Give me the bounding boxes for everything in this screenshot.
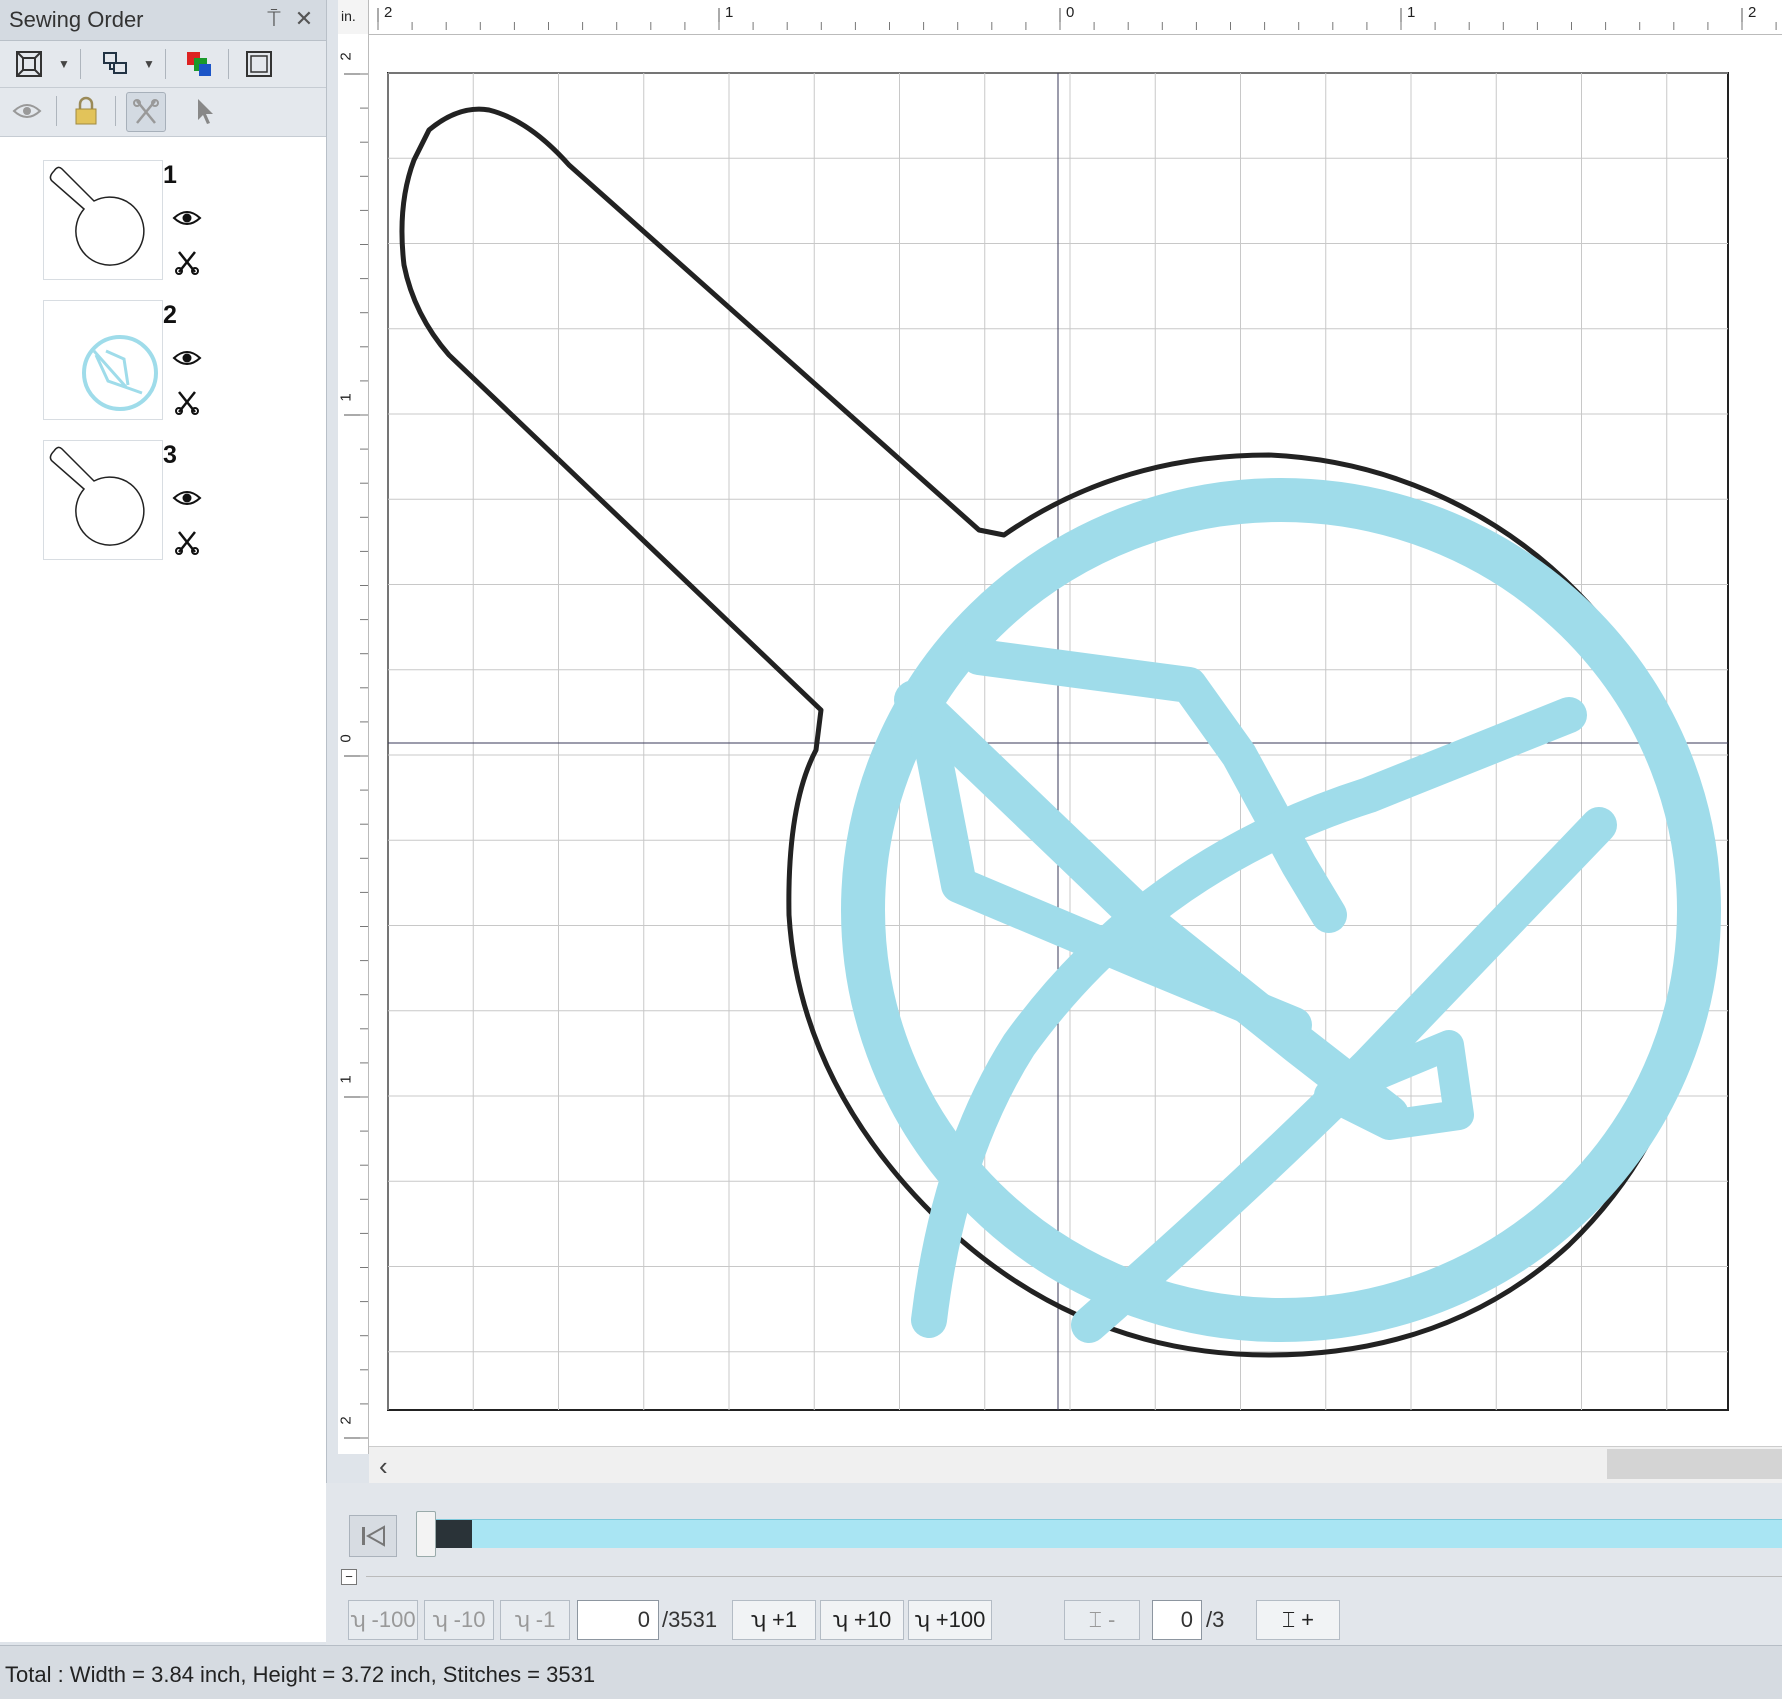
step-plus-1-button[interactable]: ʮ +1 bbox=[732, 1600, 816, 1640]
item-number: 2 bbox=[163, 301, 177, 329]
status-bar: Total : Width = 3.84 inch, Height = 3.72… bbox=[0, 1645, 1782, 1699]
color-total: /3 bbox=[1206, 1607, 1225, 1632]
needle-icon: ʮ bbox=[350, 1607, 366, 1632]
item-number: 3 bbox=[163, 441, 177, 469]
ruler-label: 1 bbox=[725, 4, 734, 21]
needle-icon: ʮ bbox=[832, 1607, 848, 1632]
canvas-drawing bbox=[387, 72, 1729, 1411]
item-thumbnail bbox=[43, 300, 163, 420]
ruler-label: 2 bbox=[337, 52, 355, 61]
toolbar-divider bbox=[56, 96, 57, 126]
ruler-label: 1 bbox=[337, 1075, 355, 1084]
ruler-label: 2 bbox=[384, 4, 393, 21]
button-label: +100 bbox=[935, 1607, 986, 1632]
scissors-icon[interactable] bbox=[172, 387, 202, 417]
needle-icon: ʮ bbox=[750, 1607, 767, 1632]
scissors-icon[interactable] bbox=[172, 527, 202, 557]
close-icon[interactable]: ✕ bbox=[292, 6, 316, 32]
sewing-item-3[interactable]: 3 bbox=[0, 435, 326, 565]
step-minus-100-button[interactable]: ʮ -100 bbox=[348, 1600, 418, 1640]
toolbar-divider bbox=[80, 49, 81, 79]
frame-icon[interactable] bbox=[240, 45, 278, 83]
go-to-start-button[interactable] bbox=[349, 1515, 397, 1557]
needle-icon: ʮ bbox=[432, 1607, 448, 1632]
scissors-icon[interactable] bbox=[126, 92, 166, 132]
ruler-label: 1 bbox=[337, 393, 355, 402]
ruler-label: 2 bbox=[337, 1416, 355, 1425]
panel-header: Sewing Order ⍑ ✕ bbox=[0, 0, 326, 41]
item-thumbnail bbox=[43, 440, 163, 560]
ruler-label: 0 bbox=[1066, 4, 1075, 21]
button-label: +1 bbox=[772, 1607, 798, 1632]
stitch-simulator: − ʮ -100 ʮ -10 ʮ -1 0 /3531 ʮ +1 ʮ +10 ʮ +100 … bbox=[326, 1483, 1782, 1645]
ruler-top: 2 1 0 1 2 bbox=[338, 0, 1782, 35]
color-plus-button[interactable]: ⌶ + bbox=[1256, 1600, 1340, 1640]
button-label: -100 bbox=[371, 1607, 416, 1632]
lock-icon[interactable] bbox=[67, 92, 105, 130]
color-sort-icon[interactable] bbox=[180, 45, 218, 83]
ruler-top-ticks bbox=[377, 8, 1777, 30]
button-label: + bbox=[1301, 1607, 1315, 1632]
ruler-unit: in. bbox=[338, 0, 369, 35]
button-label: -1 bbox=[535, 1607, 556, 1632]
item-number: 1 bbox=[163, 161, 177, 189]
chevron-down-icon[interactable]: ▼ bbox=[143, 57, 155, 71]
sewing-order-panel: Sewing Order ⍑ ✕ ▼ ▼ 1 2 3 bbox=[0, 0, 327, 1642]
chevron-down-icon[interactable]: ▼ bbox=[58, 57, 70, 71]
fit-view-icon[interactable] bbox=[10, 45, 48, 83]
eye-icon[interactable] bbox=[172, 483, 202, 513]
button-label: -10 bbox=[453, 1607, 486, 1632]
panel-toolbar-top: ▼ ▼ bbox=[0, 41, 326, 88]
scissors-icon[interactable] bbox=[172, 247, 202, 277]
scroll-thumb[interactable] bbox=[1607, 1449, 1782, 1479]
horizontal-scrollbar[interactable]: ‹ bbox=[369, 1446, 1782, 1483]
stitch-total: /3531 bbox=[662, 1607, 718, 1632]
divider bbox=[366, 1576, 1782, 1577]
toolbar-divider bbox=[228, 49, 229, 79]
eye-icon[interactable] bbox=[172, 203, 202, 233]
toolbar-divider bbox=[115, 96, 116, 126]
pin-icon[interactable]: ⍑ bbox=[262, 6, 286, 32]
ruler-unit-label: in. bbox=[341, 8, 356, 24]
spool-icon: ⌶ bbox=[1281, 1607, 1296, 1632]
ruler-label: 0 bbox=[337, 734, 355, 743]
needle-icon: ʮ bbox=[914, 1607, 930, 1632]
ruler-left: 2 1 0 1 2 bbox=[338, 34, 369, 1454]
scroll-left-icon[interactable]: ‹ bbox=[379, 1451, 388, 1482]
ruler-label: 1 bbox=[1407, 4, 1416, 21]
sewing-item-1[interactable]: 1 bbox=[0, 155, 326, 285]
sewing-item-2[interactable]: 2 bbox=[0, 295, 326, 425]
step-plus-100-button[interactable]: ʮ +100 bbox=[908, 1600, 992, 1640]
status-text: Total : Width = 3.84 inch, Height = 3.72… bbox=[5, 1662, 596, 1687]
panel-toolbar-bottom bbox=[0, 88, 326, 137]
step-plus-10-button[interactable]: ʮ +10 bbox=[820, 1600, 904, 1640]
visibility-icon[interactable] bbox=[8, 92, 46, 130]
design-canvas[interactable] bbox=[369, 35, 1782, 1455]
progress-slider-thumb[interactable] bbox=[416, 1511, 436, 1557]
step-minus-1-button[interactable]: ʮ -1 bbox=[500, 1600, 570, 1640]
color-minus-button[interactable]: ⌶ - bbox=[1064, 1600, 1140, 1640]
step-minus-10-button[interactable]: ʮ -10 bbox=[424, 1600, 494, 1640]
button-label: - bbox=[1107, 1607, 1116, 1632]
toolbar-divider bbox=[165, 49, 166, 79]
item-thumbnail bbox=[43, 160, 163, 280]
button-label: +10 bbox=[853, 1607, 892, 1632]
panel-title: Sewing Order bbox=[9, 7, 144, 32]
color-number-input[interactable]: 0 bbox=[1152, 1600, 1202, 1640]
eye-icon[interactable] bbox=[172, 343, 202, 373]
skip-start-icon bbox=[362, 1525, 385, 1547]
group-icon[interactable] bbox=[96, 45, 134, 83]
pointer-icon[interactable] bbox=[186, 92, 224, 130]
ruler-left-ticks bbox=[344, 73, 368, 1439]
needle-icon: ʮ bbox=[514, 1607, 530, 1632]
ruler-label: 2 bbox=[1748, 4, 1757, 21]
spool-icon: ⌶ bbox=[1088, 1607, 1102, 1632]
stitch-number-input[interactable]: 0 bbox=[577, 1600, 659, 1640]
stitch-progress-bar[interactable] bbox=[426, 1519, 1782, 1548]
collapse-icon[interactable]: − bbox=[341, 1569, 357, 1585]
